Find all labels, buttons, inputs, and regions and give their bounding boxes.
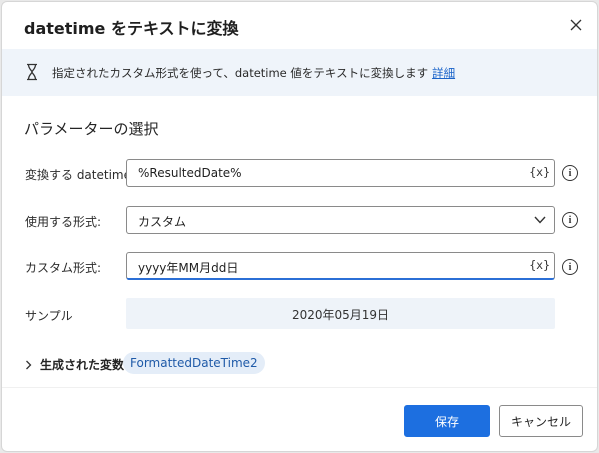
sample-value: 2020年05月19日 [291, 308, 390, 322]
variable-picker-button[interactable]: {x} [529, 258, 550, 272]
info-description: 指定されたカスタム形式を使って、datetime 値をテキストに変換します [52, 66, 429, 80]
output-variable-chip[interactable]: FormattedDateTime2 [123, 352, 265, 374]
custom-format-label: カスタム形式: [25, 261, 102, 275]
info-timer-icon [27, 63, 37, 81]
custom-format-help-icon[interactable]: i [562, 259, 578, 275]
datetime-input-value: %ResultedDate% [138, 166, 242, 180]
chevron-right-icon [26, 360, 32, 369]
chevron-down-icon [534, 216, 546, 224]
produced-variables-label: 生成された変数 [40, 358, 125, 372]
produced-variables-expander[interactable]: 生成された変数 [25, 356, 124, 373]
dialog-title: datetime をテキストに変換 [24, 19, 239, 38]
format-help-icon[interactable]: i [562, 212, 578, 228]
details-link[interactable]: 詳細 [432, 66, 455, 80]
datetime-label: 変換する datetime: [25, 168, 136, 182]
info-bar: 指定されたカスタム形式を使って、datetime 値をテキストに変換します 詳細 [2, 49, 597, 96]
datetime-input[interactable]: %ResultedDate% {x} [126, 159, 555, 187]
datetime-help-icon[interactable]: i [562, 165, 578, 181]
close-icon [570, 19, 582, 31]
sample-preview: 2020年05月19日 [126, 298, 555, 329]
footer-divider [2, 387, 597, 388]
cancel-button[interactable]: キャンセル [499, 405, 583, 437]
variable-picker-button[interactable]: {x} [529, 165, 550, 179]
section-title: パラメーターの選択 [24, 120, 159, 138]
close-button[interactable] [565, 14, 587, 36]
format-dropdown[interactable]: カスタム [126, 206, 555, 234]
custom-format-input[interactable]: yyyy年MM月dd日 {x} [126, 252, 555, 280]
info-text: 指定されたカスタム形式を使って、datetime 値をテキストに変換します 詳細 [52, 65, 455, 81]
format-dropdown-value: カスタム [138, 215, 187, 229]
save-button[interactable]: 保存 [404, 405, 490, 437]
convert-datetime-dialog: datetime をテキストに変換 指定されたカスタム形式を使って、dateti… [1, 1, 598, 452]
custom-format-input-value: yyyy年MM月dd日 [138, 261, 239, 275]
sample-label: サンプル [25, 309, 73, 323]
format-label: 使用する形式: [25, 215, 102, 229]
